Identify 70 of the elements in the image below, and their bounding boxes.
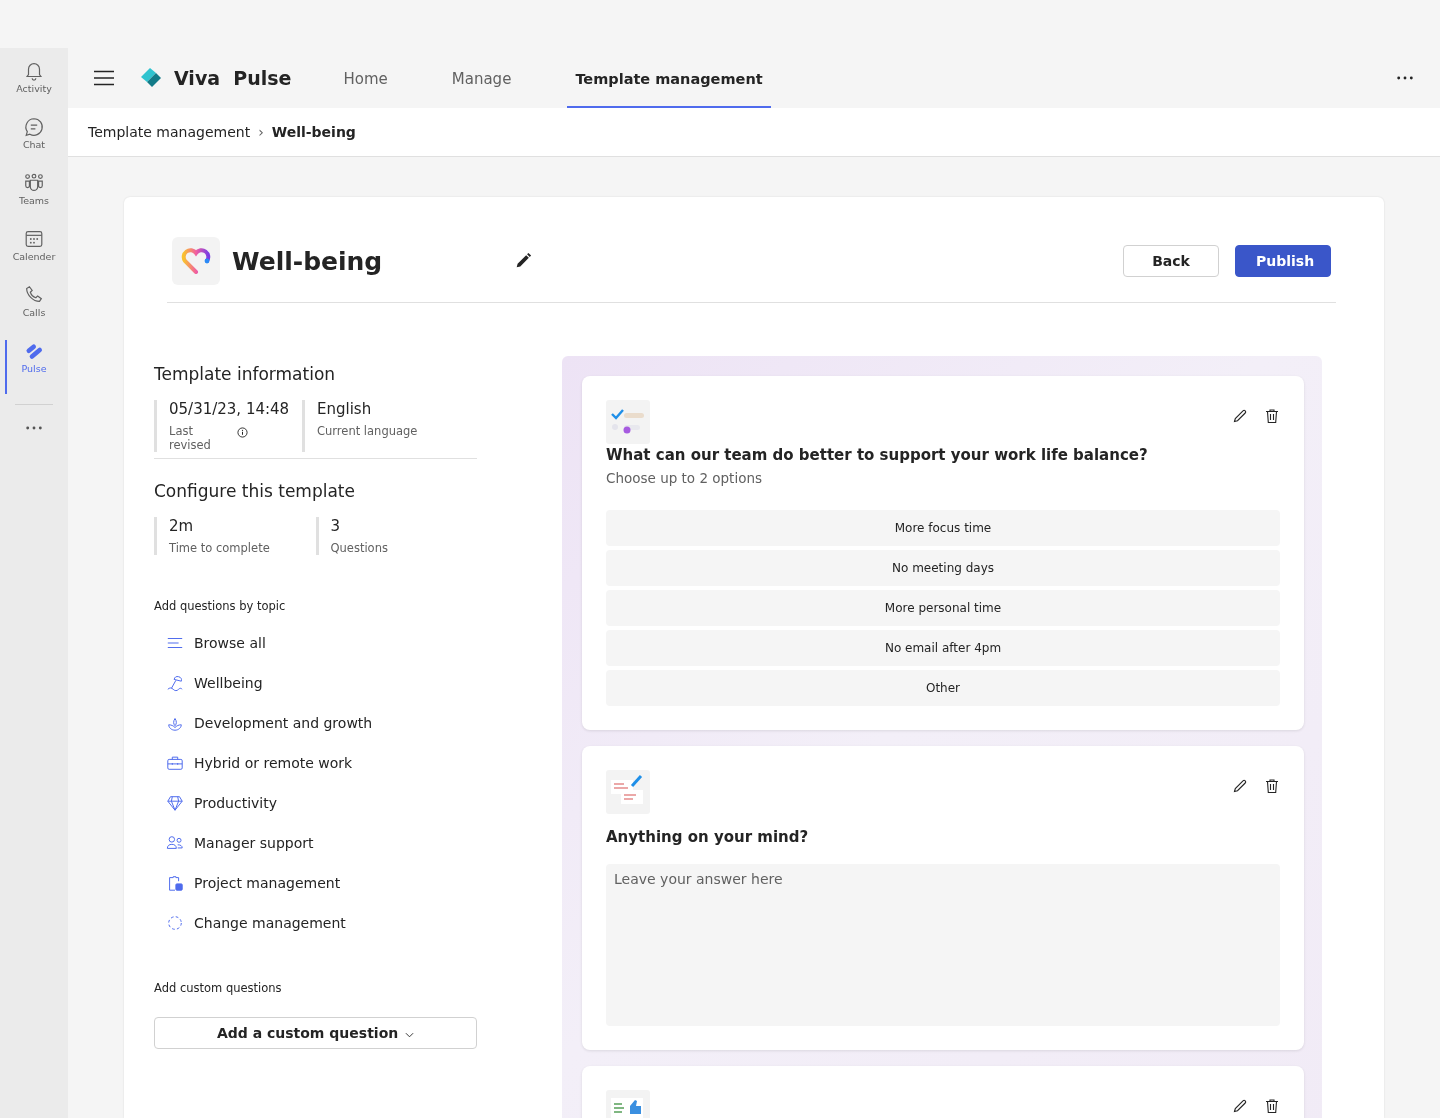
rail-item[interactable]: Activity xyxy=(0,60,68,116)
answer-option[interactable]: No meeting days xyxy=(606,550,1280,586)
edit-icon[interactable] xyxy=(1232,1098,1248,1114)
diamond-icon xyxy=(166,794,184,812)
calendar-icon xyxy=(23,228,45,250)
stat-label: Current language xyxy=(317,424,418,438)
custom-heading: Add custom questions xyxy=(154,981,283,995)
menu-icon[interactable] xyxy=(94,70,114,86)
chevron-down-icon xyxy=(405,1032,415,1038)
stat-label: Questions xyxy=(330,541,389,555)
topic-link[interactable]: Manager support xyxy=(154,823,477,863)
delete-icon[interactable] xyxy=(1264,408,1280,424)
stat-value: 3 xyxy=(330,517,342,535)
briefcase-icon xyxy=(166,754,184,772)
question-text: Anything on your mind? xyxy=(606,828,810,846)
edit-icon[interactable] xyxy=(514,252,533,270)
stat-value: English xyxy=(317,400,373,418)
publish-button[interactable]: Publish xyxy=(1235,245,1331,277)
stat-value: 2m xyxy=(169,517,195,535)
stat-label: Time to complete xyxy=(169,541,271,555)
answer-option[interactable]: No email after 4pm xyxy=(606,630,1280,666)
section-heading: Configure this template xyxy=(154,481,356,501)
breadcrumb-link[interactable]: Template management xyxy=(88,124,251,140)
rail-item[interactable]: Calender xyxy=(0,228,68,284)
topic-link[interactable]: Hybrid or remote work xyxy=(154,743,477,783)
topic-link[interactable]: Change management xyxy=(154,903,477,943)
rail-item[interactable]: Pulse xyxy=(0,340,68,396)
add-question-dropdown[interactable]: Add a custom question xyxy=(154,1017,477,1049)
answer-option[interactable]: More personal time xyxy=(606,590,1280,626)
edit-icon[interactable] xyxy=(1232,408,1248,424)
section-heading: Template information xyxy=(154,364,337,384)
topic-link[interactable]: Wellbeing xyxy=(154,663,477,703)
bell-icon xyxy=(23,60,45,82)
people-icon xyxy=(23,172,45,194)
breadcrumb-current: Well-being xyxy=(271,124,356,140)
question-text: What can our team do better to support your work life balance? xyxy=(606,446,1149,464)
stat-label: Last revised xyxy=(169,424,212,452)
breadcrumb-separator: › xyxy=(258,124,264,140)
rail-item[interactable]: Calls xyxy=(0,284,68,340)
info-icon[interactable] xyxy=(237,427,248,438)
template-title: Well-being xyxy=(232,246,383,276)
topic-link[interactable]: Development and growth xyxy=(154,703,477,743)
chat-icon xyxy=(23,116,45,138)
clipboard-icon xyxy=(166,874,184,892)
delete-icon[interactable] xyxy=(1264,778,1280,794)
rail-item[interactable]: Teams xyxy=(0,172,68,228)
answer-field[interactable]: Leave your answer here xyxy=(606,864,1280,1026)
question-hint: Choose up to 2 options xyxy=(606,470,763,486)
delete-icon[interactable] xyxy=(1264,1098,1280,1114)
stat-value: 05/31/23, 14:48 xyxy=(169,400,291,418)
more-icon[interactable] xyxy=(25,425,43,431)
people-icon xyxy=(166,834,184,852)
topic-link[interactable]: Browse all xyxy=(154,623,477,663)
rail-item[interactable]: Chat xyxy=(0,116,68,172)
more-icon[interactable] xyxy=(1396,75,1414,81)
topic-link[interactable]: Project management xyxy=(154,863,477,903)
topic-link[interactable]: Productivity xyxy=(154,783,477,823)
back-button[interactable]: Back xyxy=(1123,245,1219,277)
app-name: Viva Pulse xyxy=(174,67,292,89)
checklist-illustration-icon xyxy=(606,400,650,444)
nav-tab[interactable]: Manage xyxy=(443,48,520,108)
answer-option[interactable]: More focus time xyxy=(606,510,1280,546)
beach-umbrella-icon xyxy=(166,674,184,692)
heart-logo-icon xyxy=(172,237,220,285)
notes-illustration-icon xyxy=(606,770,650,814)
dashed-circle-icon xyxy=(166,914,184,932)
topics-heading: Add questions by topic xyxy=(154,599,287,613)
edit-icon[interactable] xyxy=(1232,778,1248,794)
answer-option[interactable]: Other xyxy=(606,670,1280,706)
nav-tab[interactable]: Home xyxy=(335,48,396,108)
